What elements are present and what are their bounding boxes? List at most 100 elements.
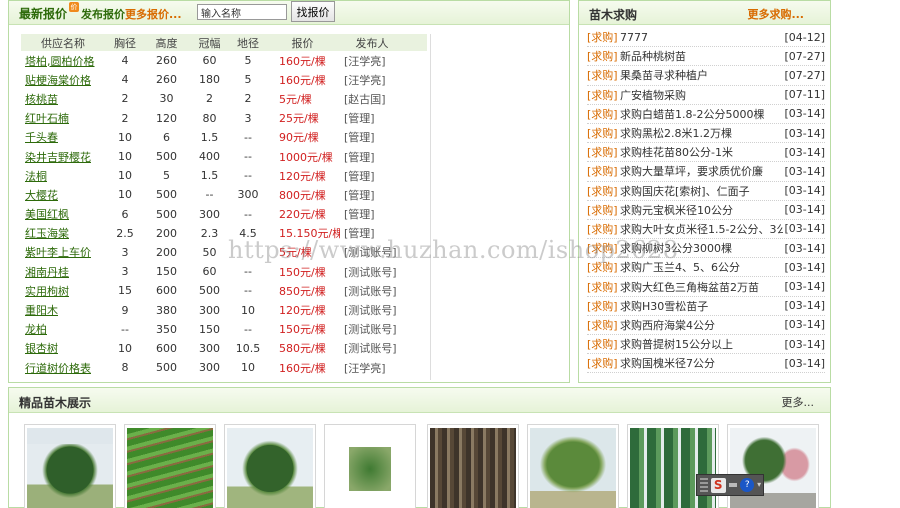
purchase-title-link[interactable]: 求购国槐米径7公分	[620, 355, 783, 371]
help-icon[interactable]: ?	[740, 478, 755, 492]
list-item[interactable]: [求购] 求购大红色三角梅盆苗2万苗 [03-14]	[587, 277, 825, 297]
purchase-tag: [求购]	[587, 165, 618, 179]
product-link[interactable]: 银杏树	[21, 340, 105, 356]
product-link[interactable]: 核桃苗	[21, 91, 105, 107]
list-item[interactable]: [求购] 求购广玉兰4、5、6公分 [03-14]	[587, 258, 825, 278]
ime-toolbar[interactable]: S ? ▾	[696, 474, 764, 496]
price-cell: 220元/棵	[279, 208, 326, 222]
list-item[interactable]: [求购] 求购元宝枫米径10公分 [03-14]	[587, 201, 825, 220]
more-quotes-link[interactable]: 更多报价...	[125, 6, 182, 22]
purchase-title-link[interactable]: 求购普提树15公分以上	[620, 336, 783, 352]
purchase-title-link[interactable]: 求购西府海棠4公分	[620, 317, 783, 333]
list-item[interactable]: [求购] 求购普提树15公分以上 [03-14]	[587, 335, 825, 355]
price-cell: 5元/棵	[279, 246, 312, 260]
purchase-title-link[interactable]: 求购大红色三角梅盆苗2万苗	[620, 279, 783, 295]
sogou-logo-icon[interactable]: S	[710, 477, 726, 493]
thumbnail-small-tree[interactable]	[324, 424, 416, 508]
product-link[interactable]: 红叶石楠	[21, 110, 105, 126]
product-link[interactable]: 紫叶李上车价	[21, 244, 105, 260]
more-purchases-link[interactable]: 更多求购...	[747, 6, 804, 22]
list-item[interactable]: [求购] 果桑苗寻求种植户 [07-27]	[587, 66, 825, 86]
list-item[interactable]: [求购] 求购H30雪松苗子 [03-14]	[587, 297, 825, 316]
purchase-date: [03-14]	[784, 203, 825, 217]
spec-cell: 2.3	[200, 226, 219, 240]
purchase-title-link[interactable]: 果桑苗寻求种植户	[620, 67, 783, 83]
price-cell: 580元/棵	[279, 342, 326, 356]
showcase-title: 精品苗木展示	[19, 396, 92, 410]
more-showcase-link[interactable]: 更多...	[782, 394, 815, 410]
list-item[interactable]: [求购] 求购桂花苗80公分-1米 [03-14]	[587, 143, 825, 163]
product-link[interactable]: 湘南丹桂	[21, 264, 105, 280]
list-item[interactable]: [求购] 新品种桃树苗 [07-27]	[587, 47, 825, 67]
post-quote-link[interactable]: 发布报价	[81, 6, 125, 22]
table-row: 贴梗海棠价格 4 260 180 5 160元/棵 [汪学亮]	[21, 70, 427, 89]
thumbnail-pine-tree[interactable]	[24, 424, 116, 508]
purchase-title-link[interactable]: 求购大量草坪，要求质优价廉	[620, 163, 783, 179]
list-item[interactable]: [求购] 求购大叶女贞米径1.5-2公分、3公 [03-14]	[587, 220, 825, 240]
thumbnail-pine-tree-2[interactable]	[224, 424, 316, 508]
price-cell: 150元/棵	[279, 265, 326, 279]
chevron-down-icon[interactable]: ▾	[757, 479, 763, 491]
spec-cell: 6	[163, 130, 170, 144]
spec-cell: 2	[121, 92, 129, 106]
purchase-tag: [求购]	[587, 146, 618, 160]
quotes-table-body: 塔柏,圆柏价格 4 260 60 5 160元/棵 [汪学亮] 贴梗海棠价格 4 260 180 5 1…	[21, 51, 427, 377]
thumbnail-bare-root-stems[interactable]	[427, 424, 519, 508]
spec-cell: 8	[121, 361, 129, 375]
product-link[interactable]: 塔柏,圆柏价格	[21, 53, 105, 69]
list-item[interactable]: [求购] 求购柳树3公分3000棵 [03-14]	[587, 239, 825, 259]
quote-search-input[interactable]	[197, 4, 287, 20]
find-quote-button[interactable]: 找报价	[291, 1, 335, 22]
thumbnail-seedling-field[interactable]	[124, 424, 216, 508]
product-link[interactable]: 大樱花	[21, 187, 105, 203]
spec-cell: 10	[118, 341, 132, 355]
purchase-title-link[interactable]: 求购H30雪松苗子	[620, 298, 783, 314]
purchase-title-link[interactable]: 求购白蜡苗1.8-2公分5000棵	[620, 106, 783, 122]
list-item[interactable]: [求购] 求购国庆花[索树]、仁面子 [03-14]	[587, 182, 825, 201]
product-link[interactable]: 美国红枫	[21, 206, 105, 222]
purchase-title-link[interactable]: 求购柳树3公分3000棵	[620, 240, 783, 256]
product-link[interactable]: 龙柏	[21, 321, 105, 337]
purchase-title-link[interactable]: 求购大叶女贞米径1.5-2公分、3公	[620, 221, 783, 237]
purchase-title-link[interactable]: 求购桂花苗80公分-1米	[620, 144, 783, 160]
list-item[interactable]: [求购] 广安植物采购 [07-11]	[587, 86, 825, 105]
product-link[interactable]: 实用枸树	[21, 283, 105, 299]
purchase-title-link[interactable]: 广安植物采购	[620, 87, 783, 103]
purchase-tag: [求购]	[587, 50, 618, 64]
purchase-title-link[interactable]: 求购国庆花[索树]、仁面子	[620, 183, 783, 199]
price-cell: 800元/棵	[279, 188, 326, 202]
purchase-title-link[interactable]: 新品种桃树苗	[620, 48, 783, 64]
product-link[interactable]: 红玉海棠	[21, 225, 105, 241]
list-item[interactable]: [求购] 求购国槐米径7公分 [03-14]	[587, 354, 825, 374]
product-link[interactable]: 重阳木	[21, 302, 105, 318]
purchase-tag: [求购]	[587, 242, 618, 256]
price-cell: 150元/棵	[279, 323, 326, 337]
product-link[interactable]: 千头春	[21, 129, 105, 145]
purchase-title-link[interactable]: 求购广玉兰4、5、6公分	[620, 259, 783, 275]
list-item[interactable]: [求购] 求购西府海棠4公分 [03-14]	[587, 316, 825, 335]
list-item[interactable]: [求购] 求购大量草坪，要求质优价廉 [03-14]	[587, 162, 825, 182]
list-item[interactable]: [求购] 7777 [04-12]	[587, 28, 825, 48]
drag-handle-icon[interactable]	[700, 478, 708, 492]
spec-cell: 4.5	[239, 226, 257, 240]
price-cell: 90元/棵	[279, 131, 319, 145]
purchase-title-link[interactable]: 求购黑松2.8米1.2万棵	[620, 125, 783, 141]
list-item[interactable]: [求购] 求购黑松2.8米1.2万棵 [03-14]	[587, 124, 825, 144]
spec-cell: --	[244, 265, 252, 279]
purchase-title-link[interactable]: 求购元宝枫米径10公分	[620, 202, 783, 218]
thumbnail-broadleaf-tree[interactable]	[527, 424, 619, 508]
spec-cell: 1.5	[200, 130, 219, 144]
table-row: 重阳木 9 380 300 10 120元/棵 [测试账号]	[21, 300, 427, 319]
spec-cell: --	[244, 169, 252, 183]
quotes-scrollbar[interactable]	[430, 34, 434, 380]
list-item[interactable]: [求购] 求购白蜡苗1.8-2公分5000棵 [03-14]	[587, 105, 825, 124]
product-link[interactable]: 染井吉野樱花	[21, 149, 105, 165]
publisher-cell: [赵古国]	[344, 92, 386, 106]
purchase-title-link[interactable]: 7777	[620, 31, 783, 44]
purchase-tag: [求购]	[587, 338, 618, 352]
product-link[interactable]: 法桐	[21, 168, 105, 184]
publisher-cell: [管理]	[344, 131, 375, 145]
product-link[interactable]: 行道树价格表	[21, 360, 105, 376]
table-row: 湘南丹桂 3 150 60 -- 150元/棵 [测试账号]	[21, 262, 427, 281]
product-link[interactable]: 贴梗海棠价格	[21, 72, 105, 88]
